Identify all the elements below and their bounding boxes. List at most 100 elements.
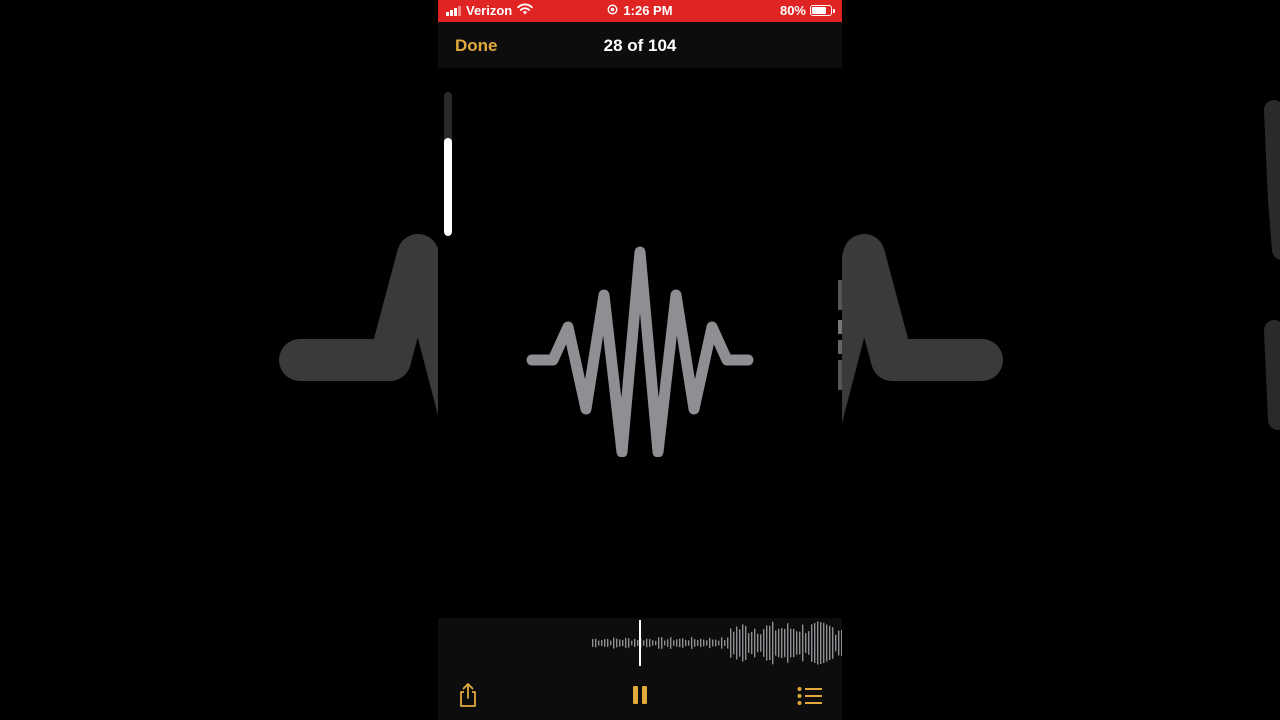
list-icon: [797, 687, 822, 705]
waveform-bar: [760, 634, 762, 652]
waveform-bar: [823, 622, 825, 664]
waveform-bar: [688, 640, 690, 646]
waveform-bar: [670, 637, 672, 649]
location-icon: [607, 3, 618, 18]
waveform-bar: [781, 628, 783, 658]
waveform-bar: [835, 634, 837, 652]
waveform-bar: [673, 640, 675, 646]
waveform-bar: [751, 631, 753, 655]
status-right: 80%: [779, 3, 835, 18]
waveform-bar: [721, 637, 723, 649]
battery-icon: [810, 5, 835, 16]
waveform-bar: [832, 627, 834, 659]
waveform-bar: [742, 624, 744, 662]
list-button[interactable]: [797, 686, 823, 711]
waveform-bar: [799, 631, 801, 655]
waveform-bar: [592, 639, 594, 647]
waveform-bar: [829, 626, 831, 660]
waveform-bar: [706, 640, 708, 646]
edge-indicator: [838, 280, 842, 390]
waveform-bar: [754, 628, 756, 658]
phone-screen: Verizon 1:26 PM 80% Done 28 of 104: [438, 0, 842, 720]
waveform-bar: [805, 633, 807, 653]
waveform-bars: [592, 620, 842, 666]
waveform-icon: [526, 246, 754, 457]
waveform-bar: [709, 637, 711, 649]
waveform-bar: [655, 640, 657, 646]
navigation-bar: Done 28 of 104: [438, 22, 842, 68]
waveform-bar: [763, 629, 765, 657]
blurred-background-left: [0, 0, 438, 720]
waveform-bar: [598, 640, 600, 646]
waveform-bar: [745, 625, 747, 661]
waveform-bar: [649, 639, 651, 647]
waveform-bar: [715, 639, 717, 647]
waveform-bar: [625, 637, 627, 649]
waveform-bar: [838, 630, 840, 656]
waveform-bar: [811, 624, 813, 662]
waveform-bar: [787, 623, 789, 663]
status-time: 1:26 PM: [623, 3, 673, 18]
waveform-bar: [664, 640, 666, 646]
blurred-waveform-left: [279, 234, 438, 416]
waveform-bar: [700, 638, 702, 648]
waveform-bar: [817, 621, 819, 665]
share-button[interactable]: [456, 682, 480, 713]
battery-percent: 80%: [779, 3, 806, 18]
volume-level: [444, 138, 452, 236]
share-icon: [460, 683, 476, 707]
waveform-bar: [628, 638, 630, 648]
waveform-bar: [808, 631, 810, 655]
waveform-bar: [616, 638, 618, 648]
waveform-bar: [646, 638, 648, 648]
waveform-bar: [718, 640, 720, 646]
waveform-bar: [703, 639, 705, 647]
waveform-bar: [676, 639, 678, 647]
waveform-bar: [712, 639, 714, 647]
waveform-bar: [733, 631, 735, 655]
waveform-bar: [772, 621, 774, 665]
waveform-bar: [757, 633, 759, 653]
waveform-bar: [841, 629, 842, 657]
waveform-bar: [820, 622, 822, 664]
waveform-bar: [814, 622, 816, 664]
waveform-bar: [595, 638, 597, 648]
waveform-bar: [802, 624, 804, 662]
waveform-bar: [607, 638, 609, 648]
playhead[interactable]: [639, 620, 641, 666]
waveform-bar: [631, 640, 633, 646]
page-title: 28 of 104: [603, 36, 677, 55]
waveform-bar: [619, 639, 621, 647]
blurred-waveform-right: [842, 100, 1280, 430]
waveform-bar: [601, 640, 603, 646]
volume-slider[interactable]: [444, 92, 452, 236]
waveform-bar: [643, 640, 645, 646]
waveform-bar: [691, 637, 693, 649]
waveform-bar: [622, 639, 624, 647]
bottom-toolbar: [438, 668, 842, 720]
waveform-bar: [637, 640, 639, 646]
waveform-bar: [748, 633, 750, 653]
waveform-bar: [778, 628, 780, 658]
battery-fill: [812, 7, 827, 14]
waveform-bar: [661, 637, 663, 649]
pause-icon: [633, 686, 647, 704]
waveform-bar: [652, 640, 654, 646]
waveform-bar: [736, 626, 738, 660]
waveform-bar: [697, 640, 699, 646]
waveform-bar: [667, 639, 669, 647]
waveform-bar: [694, 639, 696, 647]
waveform-bar: [775, 630, 777, 656]
waveform-bar: [730, 628, 732, 658]
blurred-background-right: [842, 0, 1280, 720]
waveform-bar: [610, 640, 612, 646]
waveform-bar: [682, 638, 684, 648]
waveform-bar: [769, 625, 771, 661]
waveform-bar: [634, 639, 636, 647]
waveform-bar: [727, 637, 729, 649]
pause-button[interactable]: [631, 685, 649, 710]
status-bar: Verizon 1:26 PM 80%: [438, 0, 842, 22]
waveform-bar: [790, 628, 792, 658]
waveform-scrubber[interactable]: [438, 618, 842, 668]
waveform-bar: [685, 639, 687, 647]
